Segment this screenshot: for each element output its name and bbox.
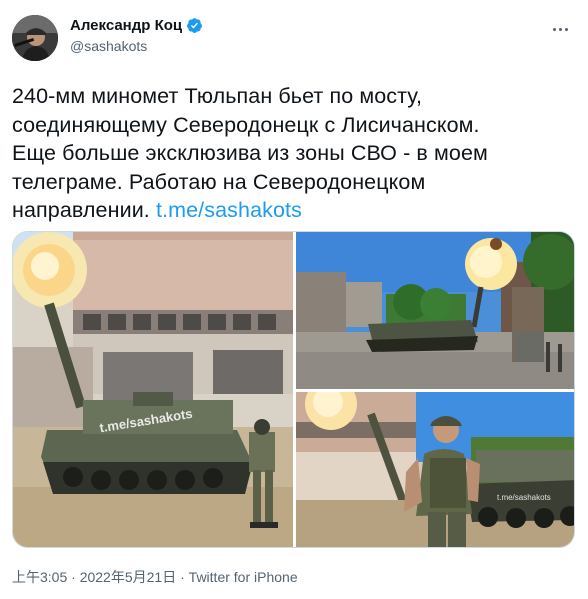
tweet-text-line: 240-мм миномет Тюльпан бьет по мосту, [12, 84, 423, 108]
more-options-icon[interactable] [551, 18, 573, 34]
meta-separator: · [176, 569, 189, 585]
tweet-text: 240-мм миномет Тюльпан бьет по мосту, со… [12, 82, 578, 225]
verified-badge-icon [186, 17, 203, 34]
author-row[interactable]: Александр Коц [70, 17, 203, 34]
photo-2[interactable] [296, 232, 574, 389]
tweet: Александр Коц @sashakots 240-мм миномет … [0, 0, 588, 599]
telegram-link[interactable]: t.me/sashakots [156, 198, 302, 222]
author-handle[interactable]: @sashakots [70, 38, 147, 54]
tweet-date[interactable]: 2022年5月21日 [80, 569, 177, 585]
tweet-text-line: телеграме. Работаю на Северодонецком [12, 169, 426, 194]
photo-1[interactable] [13, 232, 293, 547]
tweet-text-line: направлении. [12, 198, 156, 222]
media-grid: t.me/sashakots t.me/sashakots [12, 231, 575, 548]
watermark-text-small: t.me/sashakots [497, 493, 551, 501]
tweet-time[interactable]: 上午3:05 [12, 569, 67, 585]
author-name[interactable]: Александр Коц [70, 17, 182, 34]
tweet-text-line: соединяющему Северодонецк с Лисичанском. [12, 112, 480, 137]
tweet-text-line: Еще больше эксклюзива из зоны СВО - в мо… [12, 141, 488, 165]
avatar[interactable] [12, 15, 58, 61]
tweet-meta: 上午3:05 · 2022年5月21日 · Twitter for iPhone [12, 567, 298, 587]
tweet-source[interactable]: Twitter for iPhone [189, 569, 298, 585]
media-divider [296, 389, 574, 392]
meta-separator: · [67, 569, 80, 585]
photo-3[interactable] [296, 392, 574, 547]
